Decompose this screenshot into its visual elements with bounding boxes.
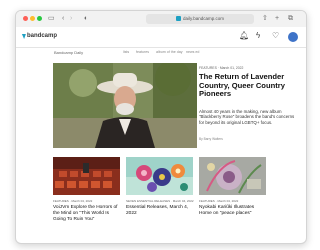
card-title[interactable]: Nyokabi Kariũki Illustrates Home on "pea… (199, 205, 267, 217)
bell-icon[interactable]: 🔔︎ (239, 31, 249, 40)
site-favicon-icon (176, 16, 182, 22)
user-avatar[interactable] (288, 32, 298, 42)
card-image[interactable] (126, 157, 193, 195)
hero-byline[interactable]: By Barry Walters (199, 137, 223, 141)
card-title[interactable]: VoiJVm Explore the Horrors of the Mind o… (53, 205, 121, 222)
nav-link-features[interactable]: features (136, 50, 149, 54)
close-window-button[interactable] (23, 16, 28, 21)
card-image[interactable] (199, 157, 266, 195)
sidebar-icon[interactable]: ▭ (48, 15, 55, 22)
card-art-essential-releases (126, 157, 193, 195)
new-tab-icon[interactable]: + (275, 15, 279, 22)
minimize-window-button[interactable] (30, 16, 35, 21)
hero-image[interactable] (53, 63, 197, 148)
shield-icon[interactable]: ◐ (84, 15, 88, 22)
nav-link-news[interactable]: news ed (186, 50, 199, 54)
site-header: bandcamp 🔔︎ ϟ ♡ (16, 27, 306, 48)
lightning-icon[interactable]: ϟ (256, 31, 260, 40)
card-meta: FEATURES · March 04, 2022 (53, 199, 93, 203)
card-photo-theater (53, 157, 120, 195)
nav-link-album-of-the-day[interactable]: album of the day (156, 50, 183, 54)
back-icon[interactable]: ‹ (62, 15, 64, 22)
address-bar[interactable]: daily.bandcamp.com (146, 14, 254, 24)
nav-link-lists[interactable]: lists (123, 50, 129, 54)
browser-window: ▭ ‹ › ◐ daily.bandcamp.com ⇧ + ⧉ bandcam… (15, 10, 307, 244)
card-title[interactable]: Essential Releases, March 4, 2022 (126, 205, 194, 217)
daily-title[interactable]: Bandcamp Daily (54, 50, 83, 55)
browser-toolbar: ▭ ‹ › ◐ daily.bandcamp.com ⇧ + ⧉ (16, 11, 306, 28)
zoom-window-button[interactable] (37, 16, 42, 21)
forward-icon[interactable]: › (70, 15, 72, 22)
bandcamp-logo-icon[interactable] (20, 34, 26, 39)
hero-meta: FEATURES · March 01, 2022 (199, 66, 244, 70)
card-meta: SEVEN ESSENTIAL RELEASES · March 04, 202… (126, 199, 194, 203)
hero-description: Almost 40 years in the making, new album… (199, 109, 295, 125)
daily-subnav: Bandcamp Daily lists features album of t… (16, 48, 306, 58)
hero-photo-portrait (53, 63, 197, 148)
share-icon[interactable]: ⇧ (262, 15, 268, 22)
collection-heart-icon[interactable]: ♡ (272, 31, 279, 40)
site-logo-text[interactable]: bandcamp (27, 33, 57, 39)
card-meta: FEATURES · March 04, 2022 (199, 199, 239, 203)
url-text: daily.bandcamp.com (183, 16, 224, 21)
card-image[interactable] (53, 157, 120, 195)
tabs-overview-icon[interactable]: ⧉ (288, 15, 293, 22)
card-art-illustration (199, 157, 266, 195)
hero-title[interactable]: The Return of Lavender Country, Queer Co… (199, 72, 302, 99)
